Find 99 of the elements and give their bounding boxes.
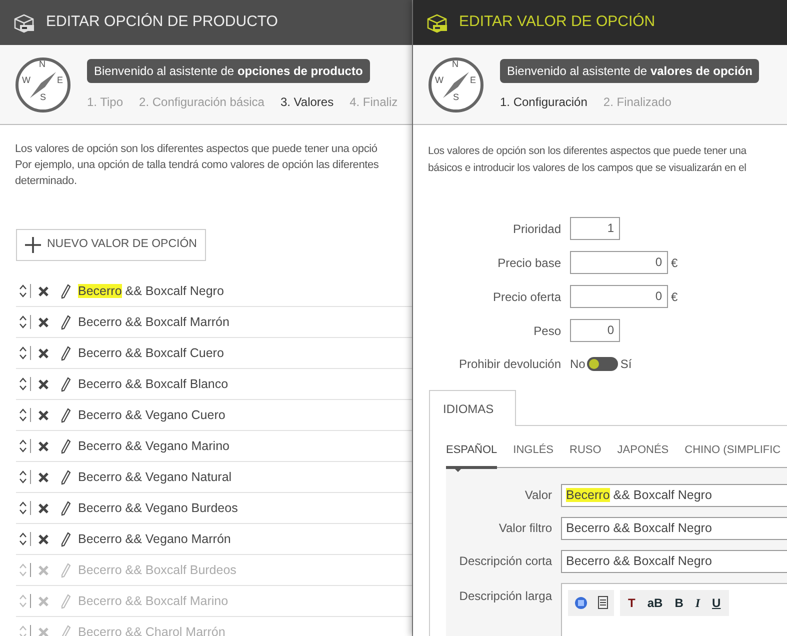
compass-letter: S bbox=[40, 92, 46, 102]
compass-letter: E bbox=[470, 76, 476, 84]
sort-icon[interactable] bbox=[19, 315, 27, 329]
toolbar-button[interactable]: aB bbox=[647, 594, 663, 612]
option-value[interactable]: Becerro && Boxcalf Cuero bbox=[78, 344, 224, 362]
option-value[interactable]: Becerro && Vegano Burdeos bbox=[78, 498, 238, 518]
pencil-icon[interactable] bbox=[61, 376, 71, 392]
field-label: Valor filtro bbox=[498, 520, 553, 537]
pencil-icon[interactable] bbox=[61, 532, 71, 546]
pencil-icon[interactable] bbox=[61, 470, 71, 484]
compass-letter: S bbox=[453, 92, 460, 102]
description-text: básicos e introducir los valores de los campos que se visualizarán en el bbox=[428, 161, 746, 176]
language-tab[interactable]: JAPONÉS bbox=[617, 442, 669, 466]
field-label: Precio base bbox=[496, 254, 562, 272]
delete-icon[interactable] bbox=[38, 316, 49, 328]
toggle-on-label: Sí bbox=[620, 356, 632, 373]
sort-icon[interactable] bbox=[19, 501, 27, 515]
delete-icon[interactable] bbox=[38, 472, 49, 482]
sort-icon[interactable] bbox=[19, 377, 27, 391]
number-field[interactable]: 0 bbox=[570, 251, 668, 274]
option-value[interactable]: Becerro && Vegano Natural bbox=[78, 468, 232, 486]
compass-letter: W bbox=[435, 76, 444, 84]
delete-icon[interactable] bbox=[38, 286, 49, 296]
compass-icon bbox=[15, 56, 71, 112]
pencil-icon[interactable] bbox=[61, 284, 71, 298]
toggle-off-label: No bbox=[570, 356, 586, 373]
section-tab[interactable]: IDIOMAS bbox=[429, 390, 516, 426]
description-text: Los valores de opción son los diferentes aspectos que puede tener una bbox=[428, 144, 746, 159]
field-label: Valor bbox=[524, 487, 553, 504]
toolbar-button[interactable]: B bbox=[674, 594, 684, 612]
compass-letter: N bbox=[39, 60, 46, 68]
window-title: EDITAR VALOR DE OPCIÓN bbox=[459, 12, 656, 32]
number-field[interactable]: 1 bbox=[570, 217, 620, 240]
wizard-step: 1. Tipo bbox=[87, 92, 124, 110]
package-icon bbox=[12, 12, 36, 32]
currency-unit: € bbox=[671, 288, 678, 306]
language-tab[interactable]: INGLÉS bbox=[513, 442, 554, 466]
delete-icon[interactable] bbox=[38, 348, 49, 358]
delete-icon[interactable] bbox=[38, 534, 49, 544]
rich-text-editor[interactable]: T aB B I U bbox=[561, 582, 787, 636]
field-label: Descripción corta bbox=[458, 553, 553, 570]
delete-icon[interactable] bbox=[38, 410, 49, 420]
sort-icon[interactable] bbox=[19, 346, 27, 360]
delete-icon[interactable] bbox=[38, 378, 49, 390]
delete-icon[interactable] bbox=[38, 502, 49, 514]
pencil-icon[interactable] bbox=[61, 314, 71, 330]
field-label: Prohibir devolución bbox=[458, 356, 562, 373]
pencil-icon[interactable] bbox=[61, 346, 71, 360]
description-text: Por ejemplo, una opción de talla tendrá como valores de opción las diferentes bbox=[15, 158, 379, 173]
text-field[interactable]: Becerro && Boxcalf Negro bbox=[561, 516, 787, 540]
language-tab[interactable]: CHINO (SIMPLIFIC bbox=[684, 442, 781, 466]
plus-icon bbox=[25, 237, 41, 253]
option-value[interactable]: Becerro && Vegano Marino bbox=[78, 436, 230, 456]
pencil-icon[interactable] bbox=[61, 408, 71, 422]
wizard-step: 1. Configuración bbox=[500, 92, 588, 110]
field-label: Prioridad bbox=[512, 220, 562, 238]
toolbar-button[interactable]: U bbox=[712, 594, 721, 612]
wizard-step: 3. Valores bbox=[280, 92, 334, 110]
document-icon[interactable] bbox=[598, 596, 608, 609]
text-field[interactable]: Becerro && Boxcalf Negro bbox=[561, 484, 787, 506]
number-field[interactable]: 0 bbox=[570, 319, 620, 342]
pencil-icon[interactable] bbox=[61, 438, 71, 454]
field-label: Peso bbox=[532, 322, 562, 340]
package-icon bbox=[425, 12, 449, 32]
option-value[interactable]: Becerro && Vegano Marrón bbox=[78, 530, 231, 548]
option-value[interactable]: Becerro && Boxcalf Negro bbox=[78, 282, 224, 300]
wizard-step: 2. Configuración básica bbox=[139, 92, 264, 110]
delete-icon[interactable] bbox=[38, 440, 49, 452]
wizard-step: 2. Finalizado bbox=[603, 92, 672, 110]
text-field[interactable]: Becerro && Boxcalf Negro bbox=[561, 550, 787, 572]
description-text: Los valores de opción son los diferentes aspectos que puede tener una opció bbox=[15, 142, 378, 157]
window-title: EDITAR OPCIÓN DE PRODUCTO bbox=[46, 12, 278, 32]
option-value[interactable]: Becerro && Boxcalf Marrón bbox=[78, 312, 230, 332]
sort-icon[interactable] bbox=[19, 439, 27, 453]
language-tab[interactable]: RUSO bbox=[570, 442, 602, 466]
number-field[interactable]: 0 bbox=[570, 285, 668, 308]
sort-icon[interactable] bbox=[19, 470, 27, 484]
new-value-button[interactable]: NUEVO VALOR DE OPCIÓN bbox=[16, 229, 206, 261]
wizard-step: 4. Finaliz bbox=[350, 92, 398, 110]
compass-letter: E bbox=[57, 76, 64, 84]
compass-letter: N bbox=[452, 60, 458, 68]
description-text: determinado. bbox=[15, 174, 77, 189]
welcome-badge: Bienvenido al asistente de opciones de producto bbox=[87, 58, 370, 82]
sort-icon[interactable] bbox=[19, 408, 27, 422]
compass-icon bbox=[428, 56, 484, 112]
sort-icon[interactable] bbox=[19, 532, 27, 546]
option-value[interactable]: Becerro && Vegano Cuero bbox=[78, 406, 226, 424]
currency-unit: € bbox=[671, 254, 678, 272]
toolbar-button[interactable]: T bbox=[628, 594, 636, 612]
compass-letter: W bbox=[22, 76, 30, 84]
field-label: Descripción larga bbox=[458, 588, 553, 604]
sort-icon[interactable] bbox=[19, 284, 27, 298]
field-label: Precio oferta bbox=[492, 288, 562, 306]
source-icon[interactable] bbox=[574, 596, 588, 610]
pencil-icon[interactable] bbox=[61, 500, 71, 516]
toolbar-button[interactable]: I bbox=[695, 594, 700, 612]
toggle-switch[interactable] bbox=[587, 357, 618, 371]
option-value[interactable]: Becerro && Boxcalf Blanco bbox=[78, 374, 228, 394]
welcome-badge: Bienvenido al asistente de valores de opción bbox=[500, 58, 760, 82]
